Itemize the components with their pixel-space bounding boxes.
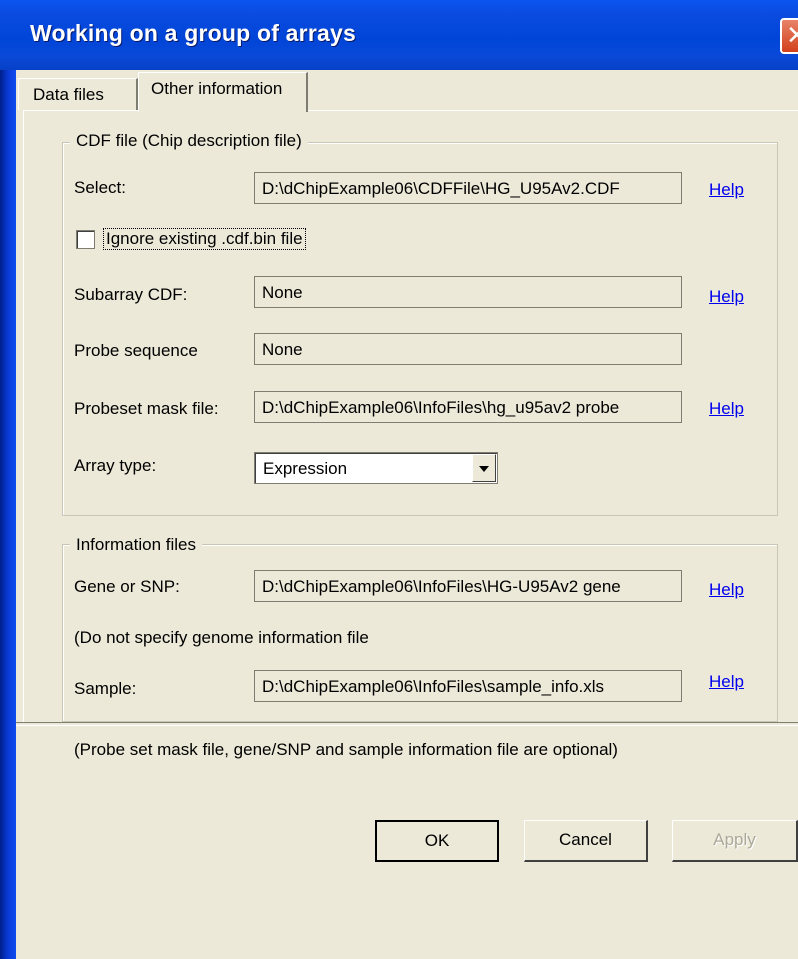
subarray-field[interactable]: None <box>254 276 682 308</box>
info-group-legend: Information files <box>70 535 202 555</box>
sample-help-link[interactable]: Help <box>709 672 744 692</box>
tab-label: Data files <box>33 85 104 104</box>
array-type-label: Array type: <box>74 456 157 475</box>
tab-data-files[interactable]: Data files <box>18 78 138 110</box>
cancel-button[interactable]: Cancel <box>524 820 648 862</box>
close-button[interactable]: ✕ <box>780 18 798 54</box>
probeset-mask-help-link[interactable]: Help <box>709 399 744 419</box>
close-icon: ✕ <box>786 21 798 51</box>
gene-snp-help-link[interactable]: Help <box>709 580 744 600</box>
probeset-mask-label: Probeset mask file: <box>74 399 219 418</box>
title-bar[interactable]: Working on a group of arrays ✕ <box>0 0 798 70</box>
probe-sequence-label: Probe sequence <box>74 341 198 360</box>
optional-footnote: (Probe set mask file, gene/SNP and sampl… <box>74 740 618 759</box>
sample-label: Sample: <box>74 679 137 698</box>
ignore-cdf-bin-checkbox[interactable] <box>76 230 95 249</box>
probe-sequence-field[interactable]: None <box>254 333 682 365</box>
subarray-help-link[interactable]: Help <box>709 287 744 307</box>
subarray-label: Subarray CDF: <box>74 285 188 304</box>
cdf-group-legend: CDF file (Chip description file) <box>70 131 308 151</box>
probeset-mask-field[interactable]: D:\dChipExample06\InfoFiles\hg_u95av2 pr… <box>254 391 682 423</box>
select-label: Select: <box>74 178 126 197</box>
footer-separator <box>16 722 798 726</box>
apply-button[interactable]: Apply <box>672 820 798 862</box>
gene-snp-field[interactable]: D:\dChipExample06\InfoFiles\HG-U95Av2 ge… <box>254 570 682 602</box>
tab-other-information[interactable]: Other information <box>138 72 308 112</box>
sample-field[interactable]: D:\dChipExample06\InfoFiles\sample_info.… <box>254 670 682 702</box>
ignore-cdf-bin-label[interactable]: Ignore existing .cdf.bin file <box>103 228 306 250</box>
ok-button[interactable]: OK <box>375 820 499 862</box>
array-type-select[interactable]: Expression <box>254 452 498 484</box>
cdf-file-field[interactable]: D:\dChipExample06\CDFFile\HG_U95Av2.CDF <box>254 172 682 204</box>
window-left-border <box>0 0 16 959</box>
chevron-down-icon[interactable] <box>472 454 496 482</box>
gene-snp-label: Gene or SNP: <box>74 577 180 596</box>
genome-note: (Do not specify genome information file <box>74 628 369 647</box>
cdf-help-link[interactable]: Help <box>709 180 744 200</box>
array-type-value: Expression <box>263 459 348 478</box>
window-title: Working on a group of arrays <box>30 20 356 46</box>
tab-label: Other information <box>151 79 283 98</box>
